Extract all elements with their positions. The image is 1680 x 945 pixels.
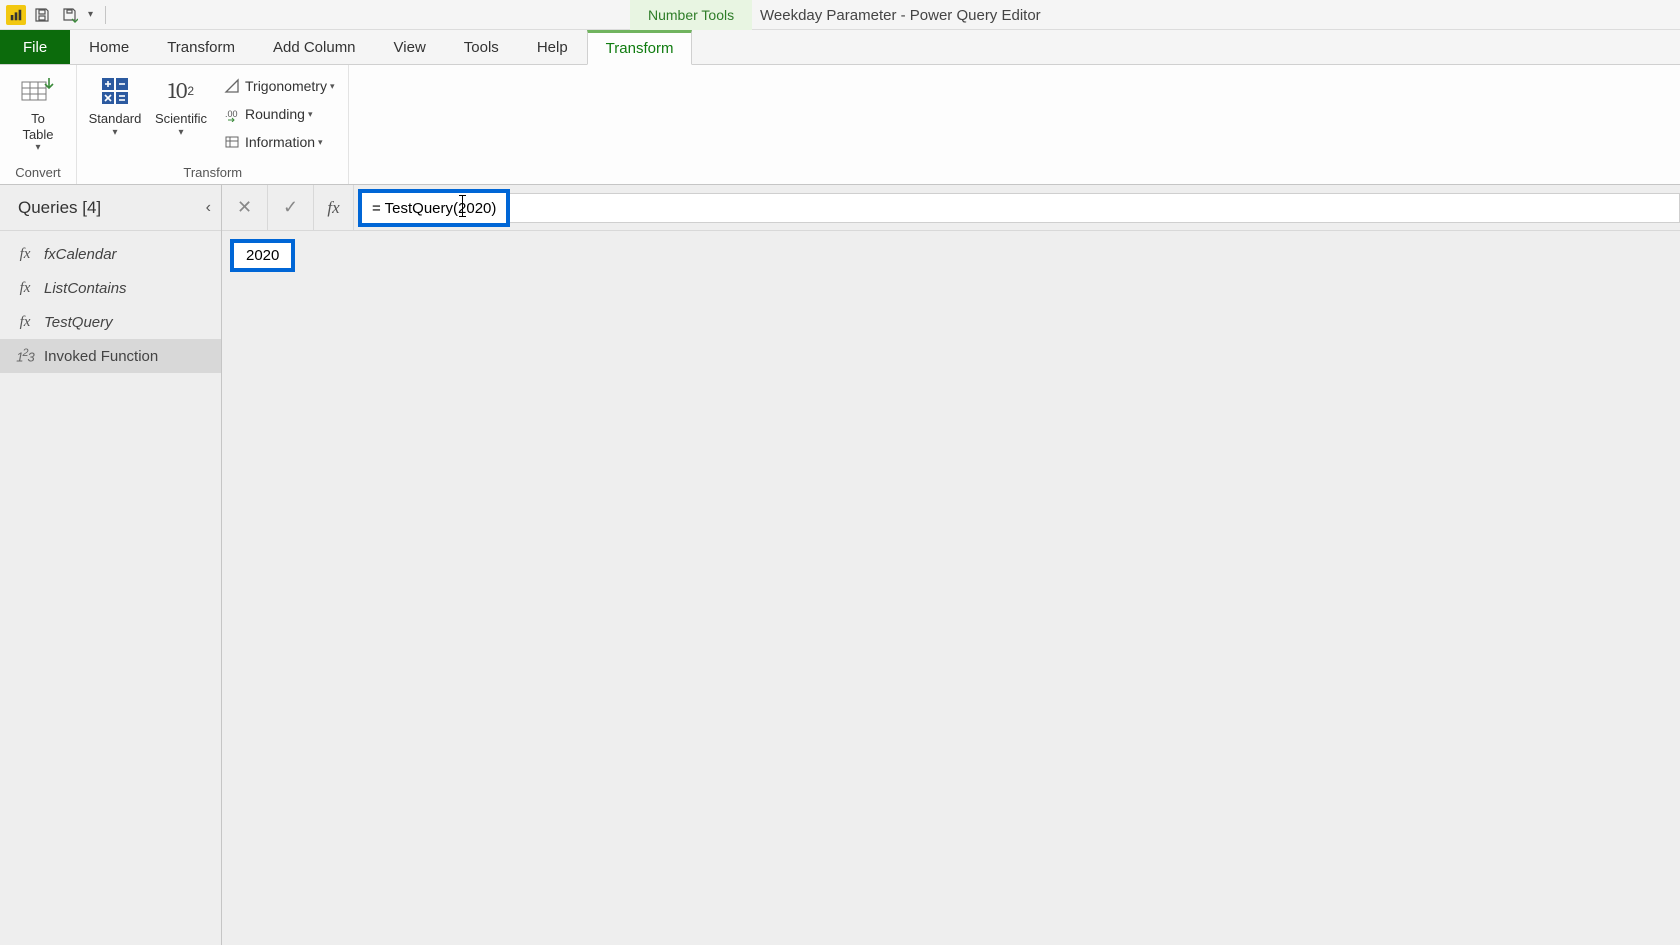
standard-button[interactable]: Standard ▾ [87, 69, 143, 138]
ribbon-tabs: File Home Transform Add Column View Tool… [0, 30, 1680, 65]
query-item-invoked-function[interactable]: 123 Invoked Function [0, 339, 221, 373]
formula-input-extension[interactable] [510, 193, 1680, 223]
formula-text: = TestQuery(2020) [372, 200, 496, 217]
to-table-label: To Table [22, 111, 53, 142]
tab-view[interactable]: View [375, 30, 445, 64]
result-area: 2020 [222, 231, 1680, 945]
ribbon-group-convert: To Table ▾ Convert [0, 65, 77, 184]
save-button[interactable] [32, 5, 52, 25]
tab-file[interactable]: File [0, 30, 70, 64]
dropdown-icon: ▾ [112, 127, 117, 138]
ribbon-body: To Table ▾ Convert [0, 65, 1680, 185]
svg-text:.00: .00 [225, 109, 238, 119]
scientific-label: Scientific [155, 111, 207, 127]
to-table-button[interactable]: To Table ▾ [10, 69, 66, 153]
dropdown-icon: ▾ [178, 127, 183, 138]
group-label-transform: Transform [183, 165, 242, 182]
information-label: Information [245, 134, 315, 150]
query-name: TestQuery [44, 314, 113, 331]
tab-context-transform[interactable]: Transform [587, 30, 693, 65]
tab-transform[interactable]: Transform [148, 30, 254, 64]
save-dropdown-button[interactable] [60, 5, 80, 25]
tab-add-column[interactable]: Add Column [254, 30, 375, 64]
rounding-button[interactable]: .00 Rounding ▾ [219, 101, 338, 127]
query-name: Invoked Function [44, 348, 158, 365]
app-icon [6, 5, 26, 25]
rounding-label: Rounding [245, 106, 305, 122]
title-bar: ▾ Number Tools Weekday Parameter - Power… [0, 0, 1680, 30]
cancel-formula-button[interactable]: ✕ [222, 185, 268, 231]
standard-icon [97, 73, 133, 109]
content-column: ✕ ✓ fx = TestQuery(2020) 2020 [222, 185, 1680, 945]
number-type-icon: 123 [14, 347, 36, 364]
information-button[interactable]: Information ▾ [219, 129, 338, 155]
collapse-panel-icon[interactable]: ‹ [206, 199, 211, 217]
function-icon: fx [14, 246, 36, 263]
tab-tools[interactable]: Tools [445, 30, 518, 64]
information-icon [223, 133, 241, 151]
dropdown-icon: ▾ [318, 137, 323, 148]
contextual-tab-label: Number Tools [630, 0, 752, 30]
formula-input-wrap: = TestQuery(2020) [354, 185, 1680, 230]
trigonometry-button[interactable]: Trigonometry ▾ [219, 73, 338, 99]
function-icon: fx [14, 280, 36, 297]
result-value[interactable]: 2020 [230, 239, 295, 272]
function-icon: fx [14, 314, 36, 331]
query-name: ListContains [44, 280, 127, 297]
queries-title: Queries [4] [18, 198, 101, 218]
main-area: Queries [4] ‹ fx fxCalendar fx ListConta… [0, 185, 1680, 945]
dropdown-icon: ▾ [308, 109, 313, 120]
query-list: fx fxCalendar fx ListContains fx TestQue… [0, 231, 221, 373]
standard-label: Standard [89, 111, 142, 127]
query-item-testquery[interactable]: fx TestQuery [0, 305, 221, 339]
group-label-convert: Convert [15, 165, 61, 182]
tab-home[interactable]: Home [70, 30, 148, 64]
queries-panel: Queries [4] ‹ fx fxCalendar fx ListConta… [0, 185, 222, 945]
quick-access-toolbar: ▾ [32, 5, 110, 25]
formula-input[interactable]: = TestQuery(2020) [358, 189, 510, 227]
formula-bar: ✕ ✓ fx = TestQuery(2020) [222, 185, 1680, 231]
fx-icon[interactable]: fx [314, 185, 354, 230]
qat-dropdown-icon[interactable]: ▾ [88, 9, 93, 20]
tab-help[interactable]: Help [518, 30, 587, 64]
query-name: fxCalendar [44, 246, 117, 263]
window-title: Weekday Parameter - Power Query Editor [760, 0, 1041, 30]
scientific-button[interactable]: 102 Scientific ▾ [153, 69, 209, 138]
trigonometry-icon [223, 77, 241, 95]
queries-header: Queries [4] ‹ [0, 185, 221, 231]
ribbon-group-transform: Standard ▾ 102 Scientific ▾ Trigonometry… [77, 65, 349, 184]
query-item-fxcalendar[interactable]: fx fxCalendar [0, 237, 221, 271]
separator [105, 6, 106, 24]
dropdown-icon: ▾ [35, 142, 40, 153]
query-item-listcontains[interactable]: fx ListContains [0, 271, 221, 305]
rounding-icon: .00 [223, 105, 241, 123]
text-cursor-icon [462, 195, 463, 217]
to-table-icon [20, 73, 56, 109]
commit-formula-button[interactable]: ✓ [268, 185, 314, 231]
scientific-icon: 102 [163, 73, 199, 109]
dropdown-icon: ▾ [330, 81, 335, 92]
trigonometry-label: Trigonometry [245, 78, 327, 94]
